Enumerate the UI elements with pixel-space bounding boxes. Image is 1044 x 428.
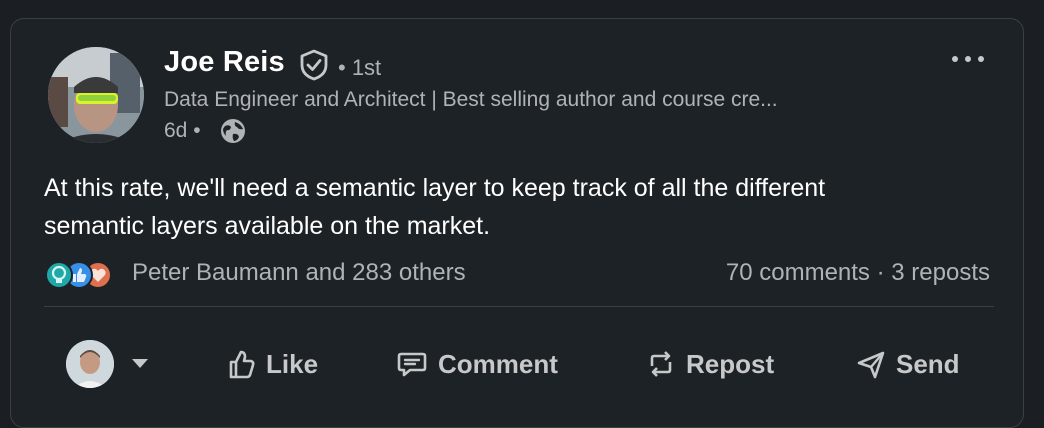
ellipsis-icon <box>952 56 984 62</box>
reaction-names-link[interactable]: Peter Baumann and 283 others <box>132 259 466 287</box>
connection-degree: • 1st <box>338 55 382 80</box>
send-icon <box>857 351 885 379</box>
like-label: Like <box>266 348 319 379</box>
repost-icon <box>650 351 672 377</box>
repost-label: Repost <box>686 348 775 379</box>
post-timestamp: 6d • <box>164 119 201 142</box>
comments-count-link[interactable]: 70 comments <box>726 259 870 286</box>
caret-down-icon[interactable] <box>130 356 150 370</box>
author-name[interactable]: Joe Reis <box>164 46 285 79</box>
post-body: At this rate, we'll need a semantic laye… <box>44 169 1004 245</box>
reaction-icons[interactable] <box>44 259 114 291</box>
social-counts: 70 comments · 3 reposts <box>726 259 990 287</box>
count-separator: · <box>876 259 885 286</box>
insightful-icon <box>45 261 73 289</box>
shield-check-icon <box>300 49 328 81</box>
comment-button[interactable]: Comment <box>396 342 558 386</box>
send-label: Send <box>896 348 960 379</box>
author-headline: Data Engineer and Architect | Best selli… <box>164 88 778 111</box>
divider <box>44 306 994 307</box>
post-body-line: semantic layers available on the market. <box>44 212 491 240</box>
thumbs-up-icon <box>229 350 255 379</box>
comment-icon <box>397 352 427 377</box>
like-button[interactable]: Like <box>226 342 318 386</box>
post-actions-bar: Like Comment Repost Send <box>44 334 994 398</box>
more-options-button[interactable] <box>941 41 995 77</box>
globe-icon <box>221 119 245 143</box>
reposts-count-link[interactable]: 3 reposts <box>891 259 990 286</box>
post-card: Joe Reis • 1st Data Engineer and Archite… <box>10 18 1024 428</box>
author-avatar[interactable] <box>48 47 144 143</box>
actor-avatar[interactable] <box>66 340 114 388</box>
post-body-line: At this rate, we'll need a semantic laye… <box>44 174 826 202</box>
send-button[interactable]: Send <box>856 342 960 386</box>
comment-label: Comment <box>438 348 558 379</box>
repost-button[interactable]: Repost <box>646 342 774 386</box>
